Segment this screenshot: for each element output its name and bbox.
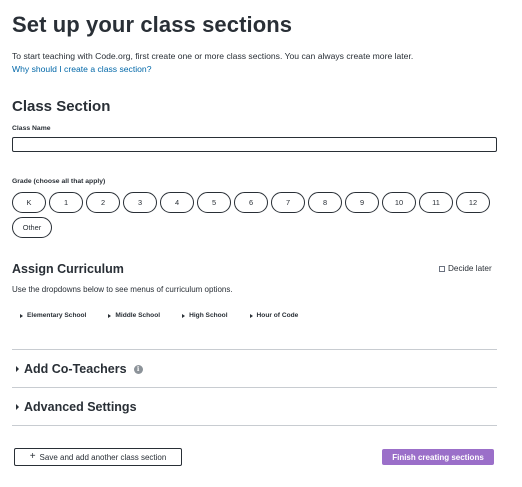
grade-button-8[interactable]: 8 [308,192,342,213]
why-create-section-link[interactable]: Why should I create a class section? [12,64,151,74]
grade-label: Grade (choose all that apply) [12,178,106,185]
add-co-teachers-toggle[interactable]: Add Co-Teachers i [16,362,143,376]
curriculum-dropdown-label: Middle School [115,312,161,319]
curriculum-dropdown-label: High School [189,312,228,319]
caret-right-icon [249,313,253,318]
plus-icon: + [29,451,36,462]
grade-button-2[interactable]: 2 [86,192,120,213]
curriculum-dropdown-high[interactable]: High School [182,312,228,319]
curriculum-help-text: Use the dropdowns below to see menus of … [12,285,233,294]
grade-button-3[interactable]: 3 [123,192,157,213]
divider [12,387,497,388]
divider [12,425,497,426]
grade-button-10[interactable]: 10 [382,192,416,213]
grade-button-6[interactable]: 6 [234,192,268,213]
caret-right-icon [16,366,19,372]
curriculum-dropdown-hour-of-code[interactable]: Hour of Code [249,312,299,319]
caret-right-icon [108,313,112,318]
caret-right-icon [182,313,186,318]
grade-button-other[interactable]: Other [12,217,52,238]
curriculum-dropdown-label: Elementary School [27,312,87,319]
class-name-label: Class Name [12,125,51,132]
grade-options: K 1 2 3 4 5 6 7 8 9 10 11 12 [12,192,490,213]
curriculum-dropdown-elementary[interactable]: Elementary School [20,312,86,319]
intro-text: To start teaching with Code.org, first c… [12,51,414,61]
curriculum-dropdown-label: Hour of Code [256,312,299,319]
page-title: Set up your class sections [12,12,293,37]
assign-curriculum-title: Assign Curriculum [12,262,124,276]
save-and-add-label: Save and add another class section [39,452,167,462]
curriculum-dropdown-middle[interactable]: Middle School [108,312,160,319]
decide-later-checkbox[interactable] [439,265,445,272]
grade-button-9[interactable]: 9 [345,192,379,213]
grade-button-12[interactable]: 12 [456,192,490,213]
grade-button-k[interactable]: K [12,192,46,213]
caret-right-icon [20,313,23,318]
grade-button-11[interactable]: 11 [419,192,453,213]
add-co-teachers-label: Add Co-Teachers [24,362,127,376]
info-icon[interactable]: i [133,364,143,374]
finish-creating-sections-button[interactable]: Finish creating sections [382,449,494,465]
decide-later-label: Decide later [448,264,492,273]
grade-button-5[interactable]: 5 [197,192,231,213]
grade-button-7[interactable]: 7 [271,192,305,213]
advanced-settings-toggle[interactable]: Advanced Settings [16,400,137,414]
class-section-heading: Class Section [12,98,111,115]
advanced-settings-label: Advanced Settings [24,400,137,414]
decide-later-option[interactable]: Decide later [439,264,492,273]
caret-right-icon [16,404,19,410]
divider [12,349,497,350]
grade-button-4[interactable]: 4 [160,192,194,213]
save-and-add-another-button[interactable]: + Save and add another class section [14,448,182,466]
grade-button-1[interactable]: 1 [49,192,83,213]
curriculum-dropdowns: Elementary School Middle School High Sch… [20,312,320,319]
class-name-input[interactable] [12,137,497,152]
